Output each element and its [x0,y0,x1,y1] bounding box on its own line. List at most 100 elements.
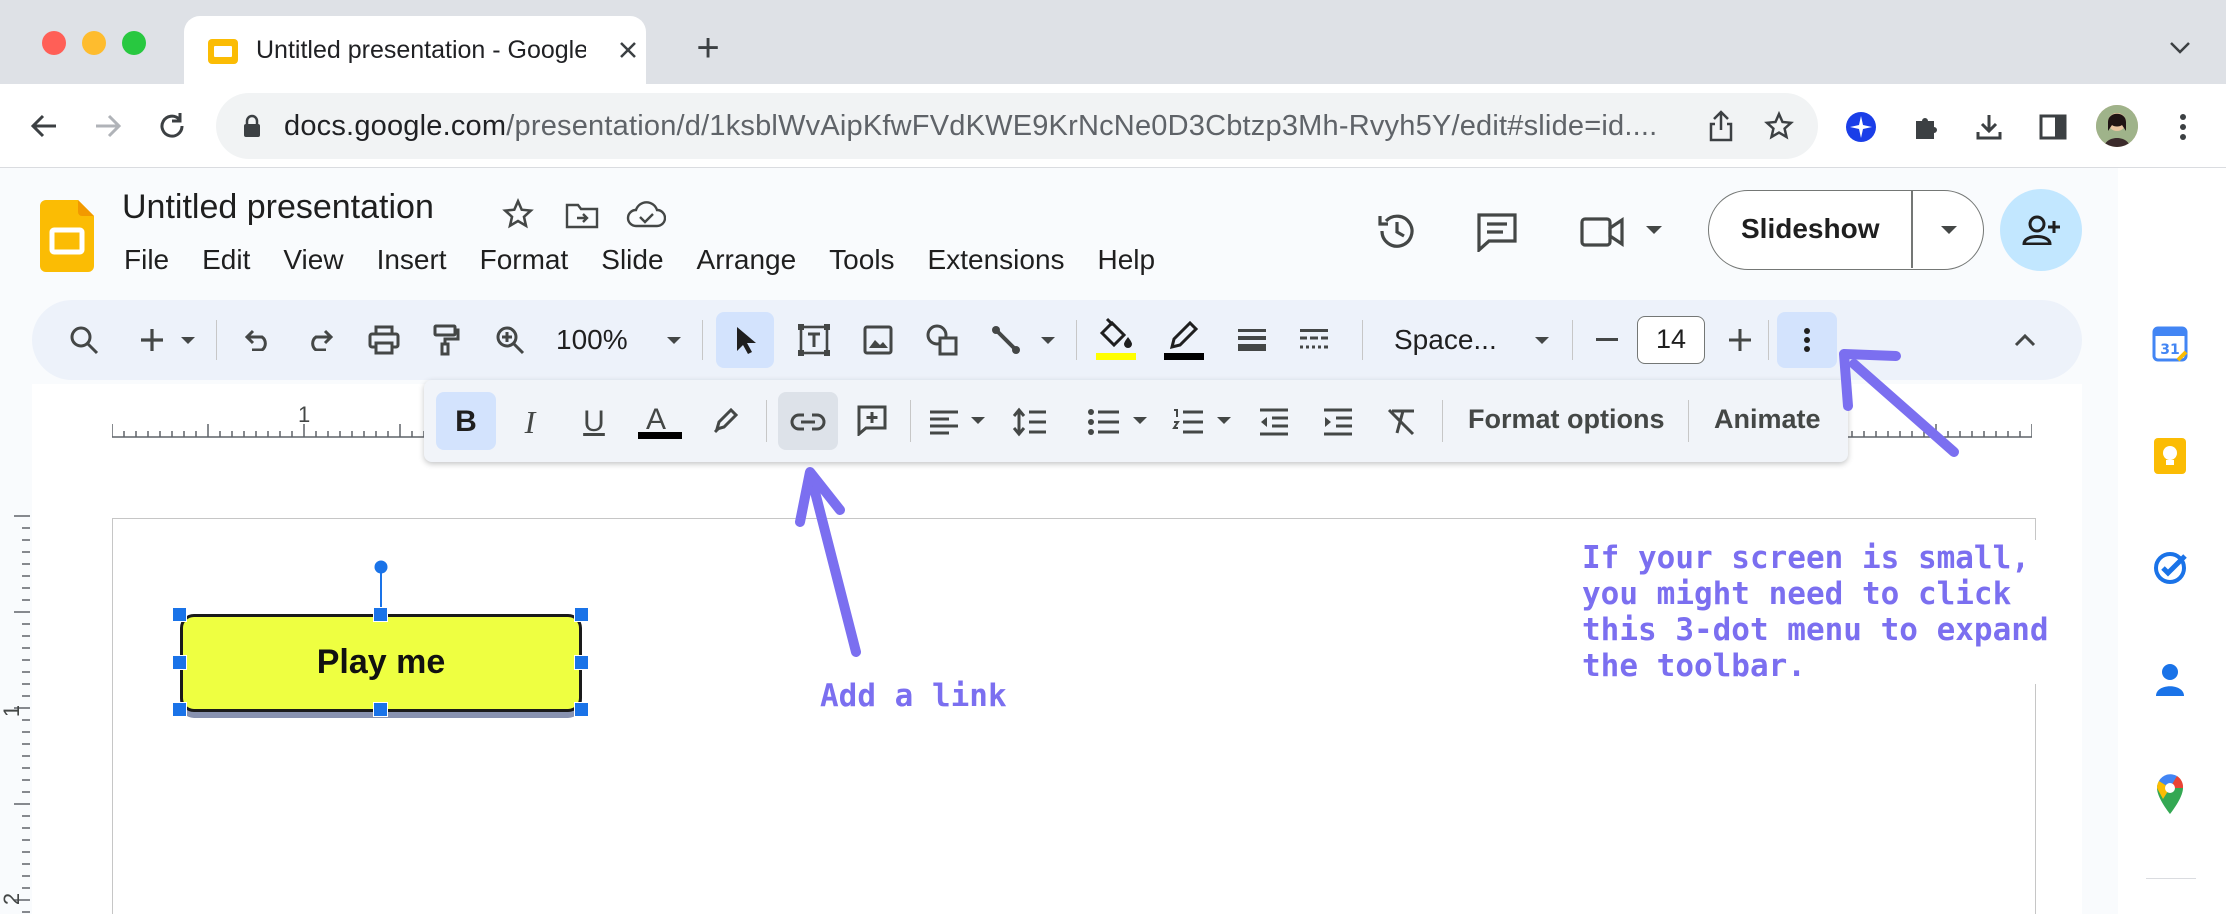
menu-edit[interactable]: Edit [202,244,250,276]
extensions-puzzle-icon[interactable] [1910,110,1944,144]
insert-image-icon[interactable] [858,320,898,360]
minimize-window-dot[interactable] [82,31,106,55]
menu-tools[interactable]: Tools [829,244,894,276]
redo-icon[interactable] [302,322,338,358]
menu-extensions[interactable]: Extensions [928,244,1065,276]
resize-handle[interactable] [172,655,187,670]
new-slide-plus-icon[interactable] [134,322,170,358]
meet-camera-icon[interactable] [1578,210,1626,254]
paint-format-icon[interactable] [428,322,464,358]
align-left-icon[interactable] [924,402,964,442]
line-spacing-icon[interactable] [1010,402,1050,442]
menu-help[interactable]: Help [1098,244,1156,276]
resize-handle[interactable] [172,702,187,717]
star-icon[interactable] [500,196,536,232]
maximize-window-dot[interactable] [122,31,146,55]
contacts-icon[interactable] [2150,660,2190,700]
close-tab-icon[interactable] [614,36,642,64]
browser-menu-icon[interactable] [2168,110,2198,144]
resize-handle[interactable] [373,607,388,622]
tab-search-chevron-icon[interactable] [2166,34,2194,62]
bulleted-list-icon[interactable] [1084,402,1124,442]
meet-dropdown-icon[interactable] [1642,222,1666,238]
font-size-input[interactable]: 14 [1637,316,1705,364]
document-title[interactable]: Untitled presentation [122,188,434,227]
move-folder-icon[interactable] [564,198,600,232]
decrease-indent-icon[interactable] [1254,402,1294,442]
side-panel-icon[interactable] [2036,110,2070,144]
profile-avatar[interactable] [2096,105,2138,147]
slideshow-button[interactable]: Slideshow [1708,190,1984,270]
search-menus-icon[interactable] [66,322,102,358]
resize-handle[interactable] [172,607,187,622]
border-dash-icon[interactable] [1294,320,1334,360]
keep-icon[interactable] [2150,436,2190,476]
menu-arrange[interactable]: Arrange [697,244,797,276]
clear-formatting-icon[interactable] [1382,402,1422,442]
zoom-level[interactable]: 100% [556,324,628,356]
fill-color-icon[interactable] [1092,314,1140,362]
underline-button[interactable]: U [574,402,614,442]
resize-handle[interactable] [373,702,388,717]
menu-format[interactable]: Format [480,244,569,276]
share-button[interactable] [2000,189,2082,271]
calendar-icon[interactable]: 31 [2150,324,2190,364]
shape-icon[interactable] [922,320,962,360]
close-window-dot[interactable] [42,31,66,55]
menu-slide[interactable]: Slide [601,244,663,276]
comments-icon[interactable] [1474,210,1520,254]
extension-compass-icon[interactable] [1844,110,1878,144]
bookmark-star-icon[interactable] [1762,109,1796,143]
new-slide-dropdown-icon[interactable] [178,334,198,346]
align-dropdown-icon[interactable] [968,414,988,426]
share-page-icon[interactable] [1704,109,1738,143]
url-text[interactable]: docs.google.com/presentation/d/1ksblWvAi… [284,110,1657,143]
play-me-shape[interactable]: Play me [180,614,582,712]
increase-indent-icon[interactable] [1318,402,1358,442]
zoom-icon[interactable] [492,322,528,358]
animate-button[interactable]: Animate [1714,404,1821,435]
zoom-dropdown-icon[interactable] [664,334,684,346]
increase-font-size-icon[interactable] [1722,322,1758,358]
italic-button[interactable]: I [510,402,550,442]
insert-link-icon[interactable] [788,402,828,442]
lock-icon[interactable] [240,113,264,139]
resize-handle[interactable] [574,655,589,670]
bulleted-list-dropdown-icon[interactable] [1130,414,1150,426]
highlight-pen-icon[interactable] [706,400,746,440]
back-arrow-icon[interactable] [26,108,62,144]
downloads-icon[interactable] [1972,110,2006,144]
decrease-font-size-icon[interactable] [1592,322,1622,358]
print-icon[interactable] [366,322,402,358]
maps-icon[interactable] [2150,772,2190,816]
format-options-button[interactable]: Format options [1468,404,1665,435]
collapse-chevron-up-icon[interactable] [2010,326,2040,354]
browser-tab[interactable]: Untitled presentation - Google Slides [184,16,646,84]
bold-button[interactable]: B [446,402,486,442]
more-tools-button[interactable] [1777,312,1837,368]
omnibox[interactable]: docs.google.com/presentation/d/1ksblWvAi… [216,93,1818,159]
menu-file[interactable]: File [124,244,169,276]
font-family-select[interactable]: Space... [1394,324,1497,356]
tasks-icon[interactable] [2150,548,2190,588]
menu-view[interactable]: View [283,244,343,276]
resize-handle[interactable] [574,607,589,622]
menu-insert[interactable]: Insert [377,244,447,276]
new-tab-button[interactable]: + [688,26,728,70]
reload-icon[interactable] [154,108,190,144]
slideshow-dropdown-icon[interactable] [1929,217,1969,243]
border-color-icon[interactable] [1160,314,1208,362]
forward-arrow-icon[interactable] [90,108,126,144]
numbered-list-icon[interactable] [1168,402,1208,442]
version-history-icon[interactable] [1374,208,1420,254]
select-cursor-icon[interactable] [726,320,766,360]
numbered-list-dropdown-icon[interactable] [1214,414,1234,426]
font-dropdown-icon[interactable] [1532,334,1552,346]
undo-icon[interactable] [240,322,276,358]
resize-handle[interactable] [574,702,589,717]
cloud-saved-icon[interactable] [626,196,666,232]
text-box-icon[interactable] [794,320,834,360]
line-icon[interactable] [986,320,1026,360]
slides-logo-icon[interactable] [40,200,94,272]
line-dropdown-icon[interactable] [1038,334,1058,346]
